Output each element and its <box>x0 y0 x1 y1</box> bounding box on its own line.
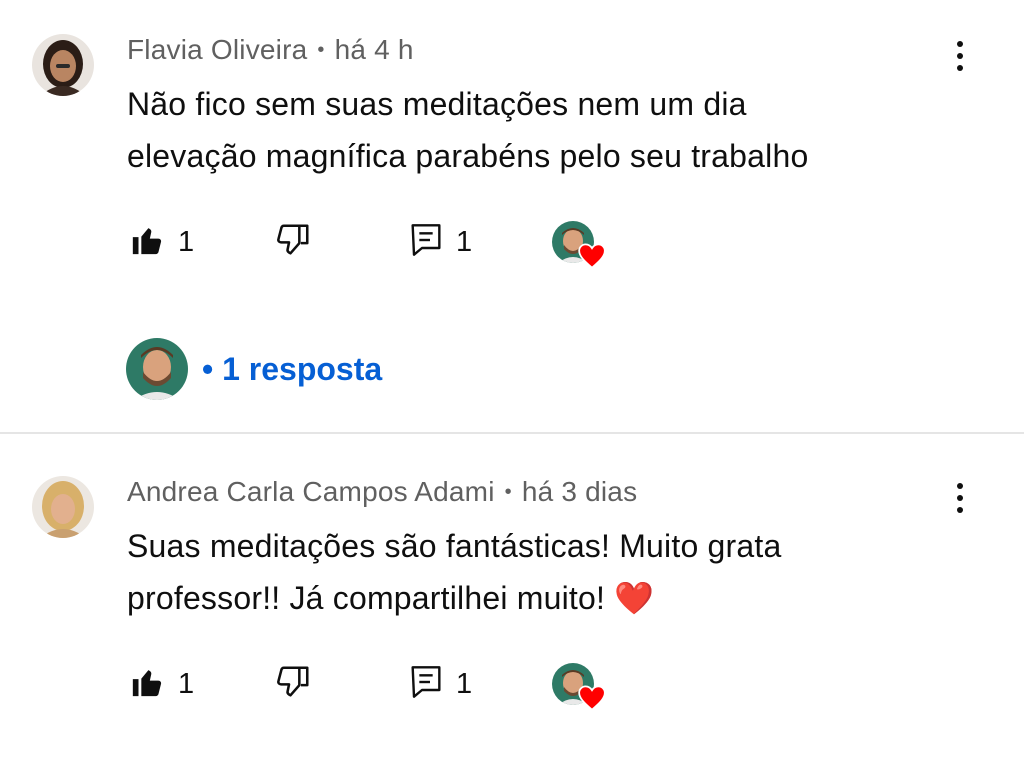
like-filled-icon <box>130 223 164 262</box>
comment-text-line: Não fico sem suas meditações nem um dia <box>127 86 747 122</box>
comment-text: Suas meditações são fantásticas! Muito g… <box>127 520 977 624</box>
meta-separator: • <box>504 481 512 503</box>
divider <box>0 432 1024 434</box>
reply-avatar <box>126 338 188 400</box>
comment-text-line: Suas meditações são fantásticas! Muito g… <box>127 528 782 564</box>
comment-actions: 1 1 <box>0 654 1024 714</box>
view-replies-button[interactable]: • 1 resposta <box>126 337 382 401</box>
dislike-button[interactable] <box>274 654 312 714</box>
comment-text-line: elevação magnífica parabéns pelo seu tra… <box>127 138 809 174</box>
comment-text-line: professor!! Já compartilhei muito! ❤️ <box>127 580 655 616</box>
author-name[interactable]: Andrea Carla Campos Adami <box>127 476 495 507</box>
more-vert-icon[interactable] <box>944 34 976 78</box>
like-button[interactable]: 1 <box>130 212 194 272</box>
heart-icon <box>578 243 606 269</box>
meta-separator: • <box>317 39 325 61</box>
reply-icon <box>410 664 442 705</box>
reply-count: 1 <box>456 667 473 700</box>
reply-button[interactable]: 1 <box>410 654 472 714</box>
author-avatar[interactable] <box>32 34 94 96</box>
dislike-icon <box>274 221 312 264</box>
reply-icon <box>410 222 442 263</box>
creator-heart <box>552 221 606 269</box>
heart-icon <box>578 685 606 711</box>
reply-button[interactable]: 1 <box>410 212 472 272</box>
comment-actions: 1 1 <box>0 212 1024 272</box>
comment-meta: Andrea Carla Campos Adami • há 3 dias <box>127 476 637 508</box>
reply-count: 1 <box>456 225 473 258</box>
comment-time[interactable]: há 4 h <box>335 34 414 65</box>
creator-heart <box>552 663 606 711</box>
like-count: 1 <box>178 225 195 258</box>
dislike-button[interactable] <box>274 212 312 272</box>
like-count: 1 <box>178 667 195 700</box>
author-name[interactable]: Flavia Oliveira <box>127 34 307 65</box>
comment-time[interactable]: há 3 dias <box>522 476 637 507</box>
replies-label[interactable]: • 1 resposta <box>202 351 382 388</box>
more-vert-icon[interactable] <box>944 476 976 520</box>
like-filled-icon <box>130 665 164 704</box>
dislike-icon <box>274 663 312 706</box>
comment-meta: Flavia Oliveira • há 4 h <box>127 34 414 66</box>
author-avatar[interactable] <box>32 476 94 538</box>
comment-text: Não fico sem suas meditações nem um dia … <box>127 78 977 182</box>
like-button[interactable]: 1 <box>130 654 194 714</box>
